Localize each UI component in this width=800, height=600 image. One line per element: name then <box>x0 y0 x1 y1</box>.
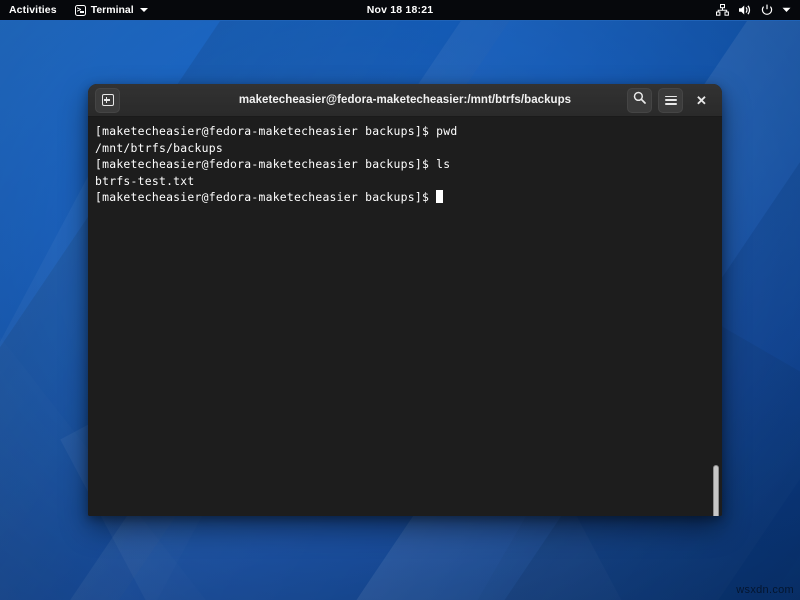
terminal-line: [maketecheasier@fedora-maketecheasier ba… <box>95 123 458 140</box>
app-menu-terminal[interactable]: Terminal <box>67 0 156 20</box>
watermark: wsxdn.com <box>736 584 794 596</box>
terminal-icon <box>75 5 86 16</box>
hamburger-menu-icon <box>665 96 677 105</box>
terminal-cursor <box>436 190 443 203</box>
volume-icon <box>738 4 752 16</box>
terminal-line: /mnt/btrfs/backups <box>95 140 458 157</box>
activities-button[interactable]: Activities <box>0 0 67 21</box>
terminal-body[interactable]: [maketecheasier@fedora-maketecheasier ba… <box>88 117 722 516</box>
app-menu-label: Terminal <box>91 4 134 16</box>
network-icon <box>716 4 729 16</box>
titlebar-actions: ✕ <box>627 88 714 113</box>
close-icon: ✕ <box>696 94 707 107</box>
terminal-command: pwd <box>436 124 457 138</box>
terminal-prompt: [maketecheasier@fedora-maketecheasier ba… <box>95 124 436 138</box>
menu-button[interactable] <box>658 88 683 113</box>
search-icon <box>633 91 646 109</box>
desktop-screen: Activities Terminal Nov 18 18:21 <box>0 0 800 600</box>
top-panel-left: Activities Terminal <box>0 0 156 20</box>
terminal-window: maketecheasier@fedora-maketecheasier:/mn… <box>88 84 722 516</box>
new-tab-icon <box>102 94 114 106</box>
chevron-down-icon <box>140 8 148 12</box>
close-button[interactable]: ✕ <box>689 88 714 113</box>
system-status-area[interactable] <box>716 0 800 20</box>
terminal-line: [maketecheasier@fedora-maketecheasier ba… <box>95 156 458 173</box>
terminal-prompt: [maketecheasier@fedora-maketecheasier ba… <box>95 190 436 204</box>
chevron-down-icon[interactable] <box>782 7 791 13</box>
search-button[interactable] <box>627 88 652 113</box>
terminal-scrollbar[interactable] <box>709 117 722 516</box>
terminal-prompt: [maketecheasier@fedora-maketecheasier ba… <box>95 157 436 171</box>
terminal-output: [maketecheasier@fedora-maketecheasier ba… <box>89 123 464 206</box>
power-icon <box>761 4 773 16</box>
terminal-scrollbar-thumb[interactable] <box>713 465 719 516</box>
new-tab-button[interactable] <box>95 88 120 113</box>
terminal-command: ls <box>436 157 450 171</box>
terminal-line: btrfs-test.txt <box>95 173 458 190</box>
terminal-line: [maketecheasier@fedora-maketecheasier ba… <box>95 189 458 206</box>
window-titlebar[interactable]: maketecheasier@fedora-maketecheasier:/mn… <box>88 84 722 117</box>
gnome-top-panel: Activities Terminal Nov 18 18:21 <box>0 0 800 21</box>
